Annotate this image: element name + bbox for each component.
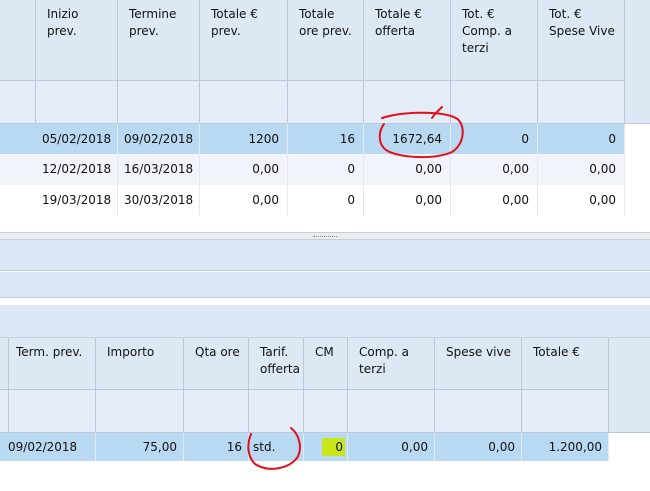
col-header-cm[interactable]: CM (304, 338, 348, 390)
table-row[interactable]: 09/02/2018 75,00 16 std. 0 0,00 0,00 1.2… (0, 433, 609, 461)
filter-cell[interactable] (538, 81, 625, 124)
cell-comp-terzi[interactable]: 0,00 (451, 154, 538, 185)
filter-cell[interactable] (184, 390, 249, 433)
col-header-ore-prev[interactable]: Totale ore prev. (288, 0, 364, 81)
col-header-label: Tot. € Spese Vive (549, 7, 615, 38)
cell-tarif[interactable]: std. (249, 433, 304, 461)
bottom-grid: Term. prev. Importo Qta ore Tarif. offer… (0, 338, 650, 491)
filter-cell[interactable] (435, 390, 522, 433)
col-header-tarif[interactable]: Tarif. offerta (249, 338, 304, 390)
filter-cell[interactable] (348, 390, 435, 433)
filter-cell[interactable] (304, 390, 348, 433)
cell-termine[interactable]: 09/02/2018 (118, 124, 200, 154)
top-grid-header-corner (0, 0, 36, 81)
cell-comp-terzi[interactable]: 0 (451, 124, 538, 154)
cell-totale-prev[interactable]: 0,00 (200, 185, 288, 216)
cell-inizio[interactable]: 12/02/2018 (36, 154, 118, 185)
col-header-label: Comp. a terzi (359, 345, 410, 376)
col-header-totale-prev[interactable]: Totale € prev. (200, 0, 288, 81)
col-header-termine[interactable]: Termine prev. (118, 0, 200, 81)
col-header-label: CM (315, 345, 334, 359)
col-header-qta[interactable]: Qta ore (184, 338, 249, 390)
col-header-label: Termine prev. (129, 7, 177, 38)
filter-cell[interactable] (200, 81, 288, 124)
col-header-spese-vive[interactable]: Tot. € Spese Vive (538, 0, 625, 81)
filter-cell[interactable] (0, 390, 9, 433)
col-header-label: Spese vive (446, 345, 511, 359)
cell-spese-vive[interactable]: 0,00 (538, 154, 625, 185)
col-header-label: Inizio prev. (47, 7, 79, 38)
bottom-grid-header-filler (609, 338, 650, 433)
col-header-comp-terzi[interactable]: Tot. € Comp. a terzi (451, 0, 538, 81)
cell-ore-prev[interactable]: 0 (288, 154, 364, 185)
col-header-totale[interactable]: Totale € (522, 338, 609, 390)
col-header-label: Qta ore (195, 345, 240, 359)
col-header-inizio[interactable]: Inizio prev. (36, 0, 118, 81)
col-header-label: Totale € offerta (375, 7, 422, 38)
filter-cell[interactable] (522, 390, 609, 433)
cell-totale[interactable]: 1.200,00 (522, 433, 609, 461)
cell-cm-value: 0 (335, 440, 343, 454)
top-grid: Inizio prev. Termine prev. Totale € prev… (0, 0, 650, 235)
col-header-offerta[interactable]: Totale € offerta (364, 0, 451, 81)
col-header-label: Tot. € Comp. a terzi (462, 7, 513, 55)
cell-cm[interactable]: 0 (304, 433, 348, 461)
bottom-grid-header-corner (0, 338, 9, 390)
cell-ore-prev[interactable]: 16 (288, 124, 364, 154)
cell-termine[interactable]: 30/03/2018 (118, 185, 200, 216)
top-grid-header-filler (625, 0, 650, 124)
filter-cell[interactable] (364, 81, 451, 124)
col-header-label: Totale ore prev. (299, 7, 352, 38)
cell-termine[interactable]: 16/03/2018 (118, 154, 200, 185)
col-header-term[interactable]: Term. prev. (9, 338, 96, 390)
cell-qta[interactable]: 16 (184, 433, 249, 461)
splitter-grip[interactable] (313, 236, 337, 238)
table-row[interactable]: 05/02/2018 09/02/2018 1200 16 1672,64 0 … (0, 124, 625, 154)
cell-importo[interactable]: 75,00 (96, 433, 184, 461)
cell-inizio[interactable]: 19/03/2018 (36, 185, 118, 216)
filter-cell[interactable] (249, 390, 304, 433)
filter-cell[interactable] (0, 81, 36, 124)
filter-cell[interactable] (9, 390, 96, 433)
band-divider (0, 298, 650, 305)
cell-ore-prev[interactable]: 0 (288, 185, 364, 216)
col-header-comp[interactable]: Comp. a terzi (348, 338, 435, 390)
col-header-importo[interactable]: Importo (96, 338, 184, 390)
panel-splitter[interactable] (0, 232, 650, 240)
table-row[interactable]: 19/03/2018 30/03/2018 0,00 0 0,00 0,00 0… (0, 185, 625, 216)
group-band (0, 272, 650, 298)
cell-totale-prev[interactable]: 0,00 (200, 154, 288, 185)
cell-offerta[interactable]: 0,00 (364, 185, 451, 216)
group-band (0, 305, 650, 338)
filter-cell[interactable] (118, 81, 200, 124)
col-header-label: Totale € (533, 345, 580, 359)
filter-cell[interactable] (96, 390, 184, 433)
table-row[interactable]: 12/02/2018 16/03/2018 0,00 0 0,00 0,00 0… (0, 154, 625, 185)
cell-spese-vive[interactable]: 0,00 (538, 185, 625, 216)
filter-cell[interactable] (36, 81, 118, 124)
cell-totale-prev[interactable]: 1200 (200, 124, 288, 154)
cell-term[interactable]: 09/02/2018 (0, 433, 96, 461)
cell-comp[interactable]: 0,00 (348, 433, 435, 461)
filter-cell[interactable] (451, 81, 538, 124)
cell-inizio[interactable]: 05/02/2018 (36, 124, 118, 154)
col-header-label: Tarif. offerta (260, 345, 300, 376)
col-header-label: Term. prev. (16, 345, 83, 359)
group-band (0, 240, 650, 271)
cell-spese-vive[interactable]: 0 (538, 124, 625, 154)
cell-spese[interactable]: 0,00 (435, 433, 522, 461)
col-header-label: Importo (107, 345, 155, 359)
filter-cell[interactable] (288, 81, 364, 124)
cell-comp-terzi[interactable]: 0,00 (451, 185, 538, 216)
col-header-label: Totale € prev. (211, 7, 258, 38)
cell-offerta[interactable]: 1672,64 (364, 124, 451, 154)
cell-offerta[interactable]: 0,00 (364, 154, 451, 185)
col-header-spese[interactable]: Spese vive (435, 338, 522, 390)
